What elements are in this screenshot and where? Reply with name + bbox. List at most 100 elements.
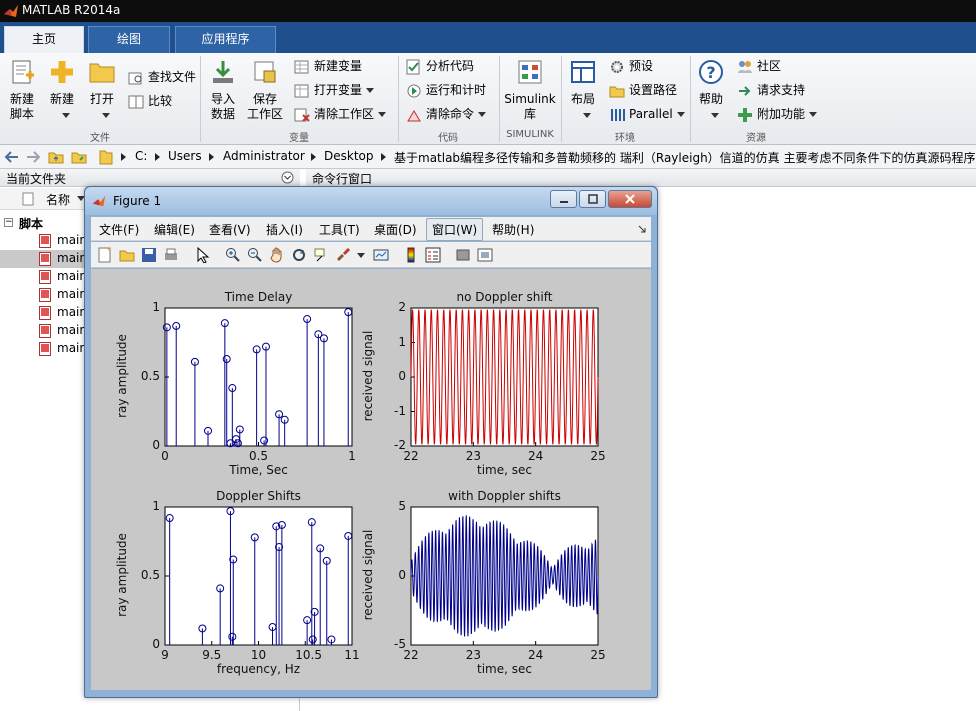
- new-script-button[interactable]: 新建 脚本: [4, 55, 40, 123]
- menu-view[interactable]: 查看(V): [209, 221, 251, 238]
- hide-plot-tools-icon[interactable]: [455, 247, 471, 263]
- new-button[interactable]: 新建: [44, 55, 80, 123]
- file-name: main: [57, 269, 87, 283]
- show-plot-tools-icon[interactable]: [477, 247, 493, 263]
- menu-edit[interactable]: 编辑(E): [154, 221, 195, 238]
- path-separator-icon: [121, 153, 126, 161]
- zoom-out-icon[interactable]: [247, 247, 263, 263]
- close-button[interactable]: [608, 190, 652, 208]
- colorbar-icon[interactable]: [403, 247, 419, 263]
- clear-workspace-button[interactable]: 清除工作区: [294, 104, 387, 124]
- plot-axes-1[interactable]: [162, 307, 353, 448]
- new-script-label-2: 脚本: [9, 107, 34, 121]
- chevron-down-icon[interactable]: [357, 253, 365, 258]
- chevron-down-icon: [102, 113, 110, 118]
- collapse-icon[interactable]: −: [4, 218, 13, 227]
- community-button[interactable]: 社区: [737, 56, 781, 76]
- help-button[interactable]: ? 帮助: [694, 55, 728, 123]
- path-segment-administrator[interactable]: Administrator: [223, 149, 305, 163]
- plot-title: Doppler Shifts: [216, 489, 301, 503]
- pan-hand-icon[interactable]: [269, 247, 285, 263]
- set-path-icon: [609, 86, 625, 97]
- maximize-button[interactable]: [579, 190, 606, 208]
- layout-button[interactable]: 布局: [565, 55, 601, 123]
- request-support-label: 请求支持: [757, 83, 806, 97]
- import-data-button[interactable]: 导入 数据: [205, 55, 241, 123]
- ribbon-divider: [499, 56, 500, 142]
- open-file-icon[interactable]: [119, 247, 135, 263]
- new-variable-button[interactable]: 新建变量: [294, 56, 362, 76]
- set-path-button[interactable]: 设置路径: [609, 80, 677, 100]
- group-label-resources: 资源: [746, 133, 766, 144]
- brush-icon[interactable]: [335, 247, 351, 263]
- figure-titlebar[interactable]: Figure 1: [85, 187, 657, 215]
- matlab-logo-icon: [4, 5, 18, 17]
- x-tick-label: 23: [465, 449, 481, 463]
- print-icon[interactable]: [163, 247, 179, 263]
- menu-tools[interactable]: 工具(T): [319, 221, 360, 238]
- plot-xlabel: frequency, Hz: [216, 662, 301, 676]
- save-workspace-button[interactable]: 保存 工作区: [245, 55, 285, 123]
- zoom-in-icon[interactable]: [225, 247, 241, 263]
- parallel-button[interactable]: Parallel: [609, 104, 685, 124]
- path-segment-users[interactable]: Users: [168, 149, 202, 163]
- menu-insert[interactable]: 插入(I): [266, 221, 303, 238]
- figure-window[interactable]: Figure 1 文件(F) 编辑(E) 查看(V) 插入(I) 工具(T) 桌…: [84, 186, 658, 698]
- x-tick-label: 10.5: [295, 648, 322, 662]
- support-icon: [739, 85, 751, 96]
- plot-axes-3[interactable]: [164, 506, 353, 646]
- legend-icon[interactable]: [425, 247, 441, 263]
- open-variable-button[interactable]: 打开变量: [294, 80, 375, 100]
- open-button[interactable]: 打开: [84, 55, 120, 123]
- m-file-icon: [39, 342, 51, 356]
- current-folder-title: 当前文件夹: [6, 172, 67, 186]
- clear-commands-button[interactable]: 清除命令: [406, 104, 487, 124]
- plot-axes-4[interactable]: [410, 506, 599, 646]
- rotate-3d-icon[interactable]: [291, 247, 307, 263]
- tab-home[interactable]: 主页: [4, 26, 84, 53]
- back-arrow-icon[interactable]: [4, 149, 20, 165]
- y-tick-label: -1: [394, 403, 406, 418]
- link-plot-icon[interactable]: [373, 247, 389, 263]
- open-variable-label: 打开变量: [314, 83, 363, 97]
- file-name: main: [57, 305, 87, 319]
- path-segment-project-folder[interactable]: 基于matlab编程多径传输和多普勒频移的 瑞利（Rayleigh）信道的仿真 …: [394, 149, 976, 166]
- path-segment-drive[interactable]: C:: [135, 149, 147, 163]
- panel-menu-icon[interactable]: [281, 171, 294, 184]
- tab-apps[interactable]: 应用程序: [175, 26, 276, 53]
- analyze-code-button[interactable]: 分析代码: [406, 56, 474, 76]
- request-support-button[interactable]: 请求支持: [737, 80, 805, 100]
- simulink-library-button[interactable]: Simulink 库: [503, 55, 557, 123]
- add-ons-button[interactable]: 附加功能: [737, 104, 818, 124]
- run-and-time-button[interactable]: 运行和计时: [406, 80, 486, 100]
- new-figure-icon[interactable]: [97, 247, 113, 263]
- simulink-icon: [518, 60, 542, 84]
- ribbon: 新建 脚本 新建 打开 查找文件 比较 文件 导入 数据 保存 工作区 新建变量…: [0, 53, 976, 145]
- command-window-header: 命令行窗口: [306, 169, 976, 187]
- browse-folder-icon[interactable]: [71, 149, 87, 165]
- plot-xlabel: Time, Sec: [229, 463, 288, 477]
- save-icon[interactable]: [141, 247, 157, 263]
- y-tick-label: 0.5: [140, 369, 160, 383]
- name-column-header[interactable]: 名称: [46, 191, 70, 208]
- minimize-icon: [559, 201, 568, 203]
- figure-canvas[interactable]: 0 0.5 1 0 0.5 1 Time Delay Time, Sec ray amplitu…: [91, 269, 651, 690]
- menu-help[interactable]: 帮助(H): [492, 221, 534, 238]
- dock-arrow-icon[interactable]: [638, 225, 646, 233]
- figure-title: Figure 1: [113, 194, 162, 208]
- pointer-icon[interactable]: [195, 247, 211, 263]
- minimize-button[interactable]: [550, 190, 577, 208]
- compare-button[interactable]: 比较: [128, 91, 172, 111]
- menu-file[interactable]: 文件(F): [99, 221, 139, 238]
- data-cursor-icon[interactable]: [313, 247, 329, 263]
- find-files-button[interactable]: 查找文件: [128, 67, 196, 87]
- up-folder-icon[interactable]: [48, 149, 64, 165]
- menu-desktop[interactable]: 桌面(D): [374, 221, 417, 238]
- path-segment-desktop[interactable]: Desktop: [324, 149, 374, 163]
- forward-arrow-icon[interactable]: [25, 149, 41, 165]
- preferences-button[interactable]: 预设: [609, 56, 653, 76]
- menu-window[interactable]: 窗口(W): [426, 218, 484, 241]
- m-file-icon: [39, 288, 51, 302]
- plot-axes-2[interactable]: [410, 307, 599, 447]
- tab-plots[interactable]: 绘图: [88, 26, 170, 53]
